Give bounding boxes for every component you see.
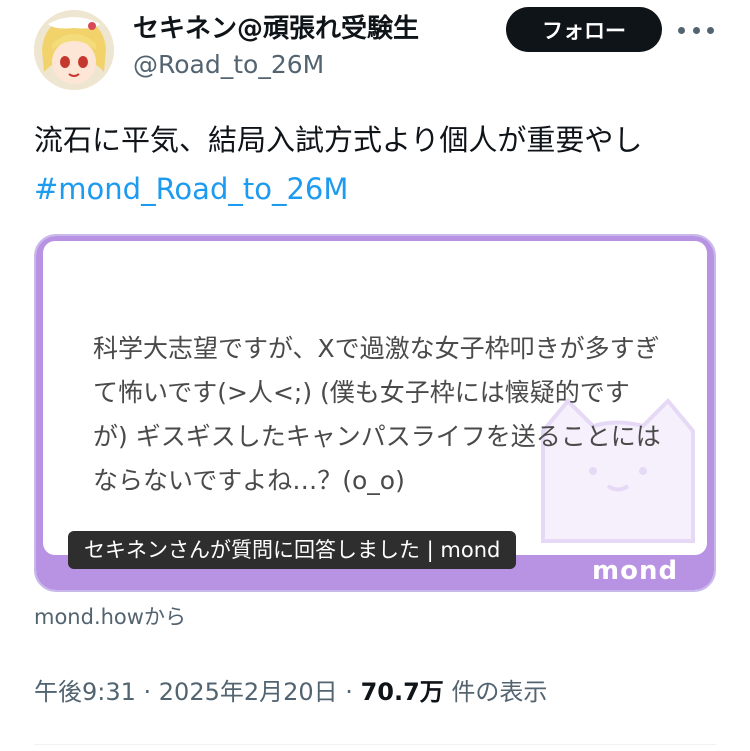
card-caption: セキネンさんが質問に回答しました | mond: [68, 531, 517, 569]
display-name[interactable]: セキネン@頑張れ受験生: [133, 8, 419, 45]
avatar-image: [34, 10, 114, 90]
mond-logo: mond: [592, 556, 679, 586]
divider: [34, 744, 716, 745]
tweet-text: 流石に平気、結局入試方式より個人が重要やし #mond_Road_to_26M: [34, 116, 734, 214]
follow-button[interactable]: フォロー: [506, 7, 662, 52]
dot: [707, 26, 714, 34]
timestamp[interactable]: 午後9:31 · 2025年2月20日 ·: [34, 678, 361, 706]
tweet-body: 流石に平気、結局入試方式より個人が重要やし: [34, 123, 643, 157]
tweet-meta: 午後9:31 · 2025年2月20日 · 70.7万 件の表示: [34, 672, 547, 707]
user-handle[interactable]: @Road_to_26M: [133, 50, 324, 79]
question-text: 科学大志望ですが、Xで過激な女子枠叩きが多すぎて怖いです(>人<;) (僕も女子…: [93, 334, 661, 495]
dot: [678, 26, 685, 34]
card-source[interactable]: mond.howから: [34, 601, 186, 631]
hashtag-link[interactable]: #mond_Road_to_26M: [34, 165, 734, 214]
dot: [692, 26, 700, 34]
view-count: 70.7万: [360, 678, 444, 706]
link-card[interactable]: 科学大志望ですが、Xで過激な女子枠叩きが多すぎて怖いです(>人<;) (僕も女子…: [34, 234, 716, 592]
view-label: 件の表示: [443, 678, 548, 706]
avatar[interactable]: [34, 10, 114, 90]
card-content: 科学大志望ですが、Xで過激な女子枠叩きが多すぎて怖いです(>人<;) (僕も女子…: [43, 241, 707, 569]
more-options-icon[interactable]: [678, 22, 714, 38]
